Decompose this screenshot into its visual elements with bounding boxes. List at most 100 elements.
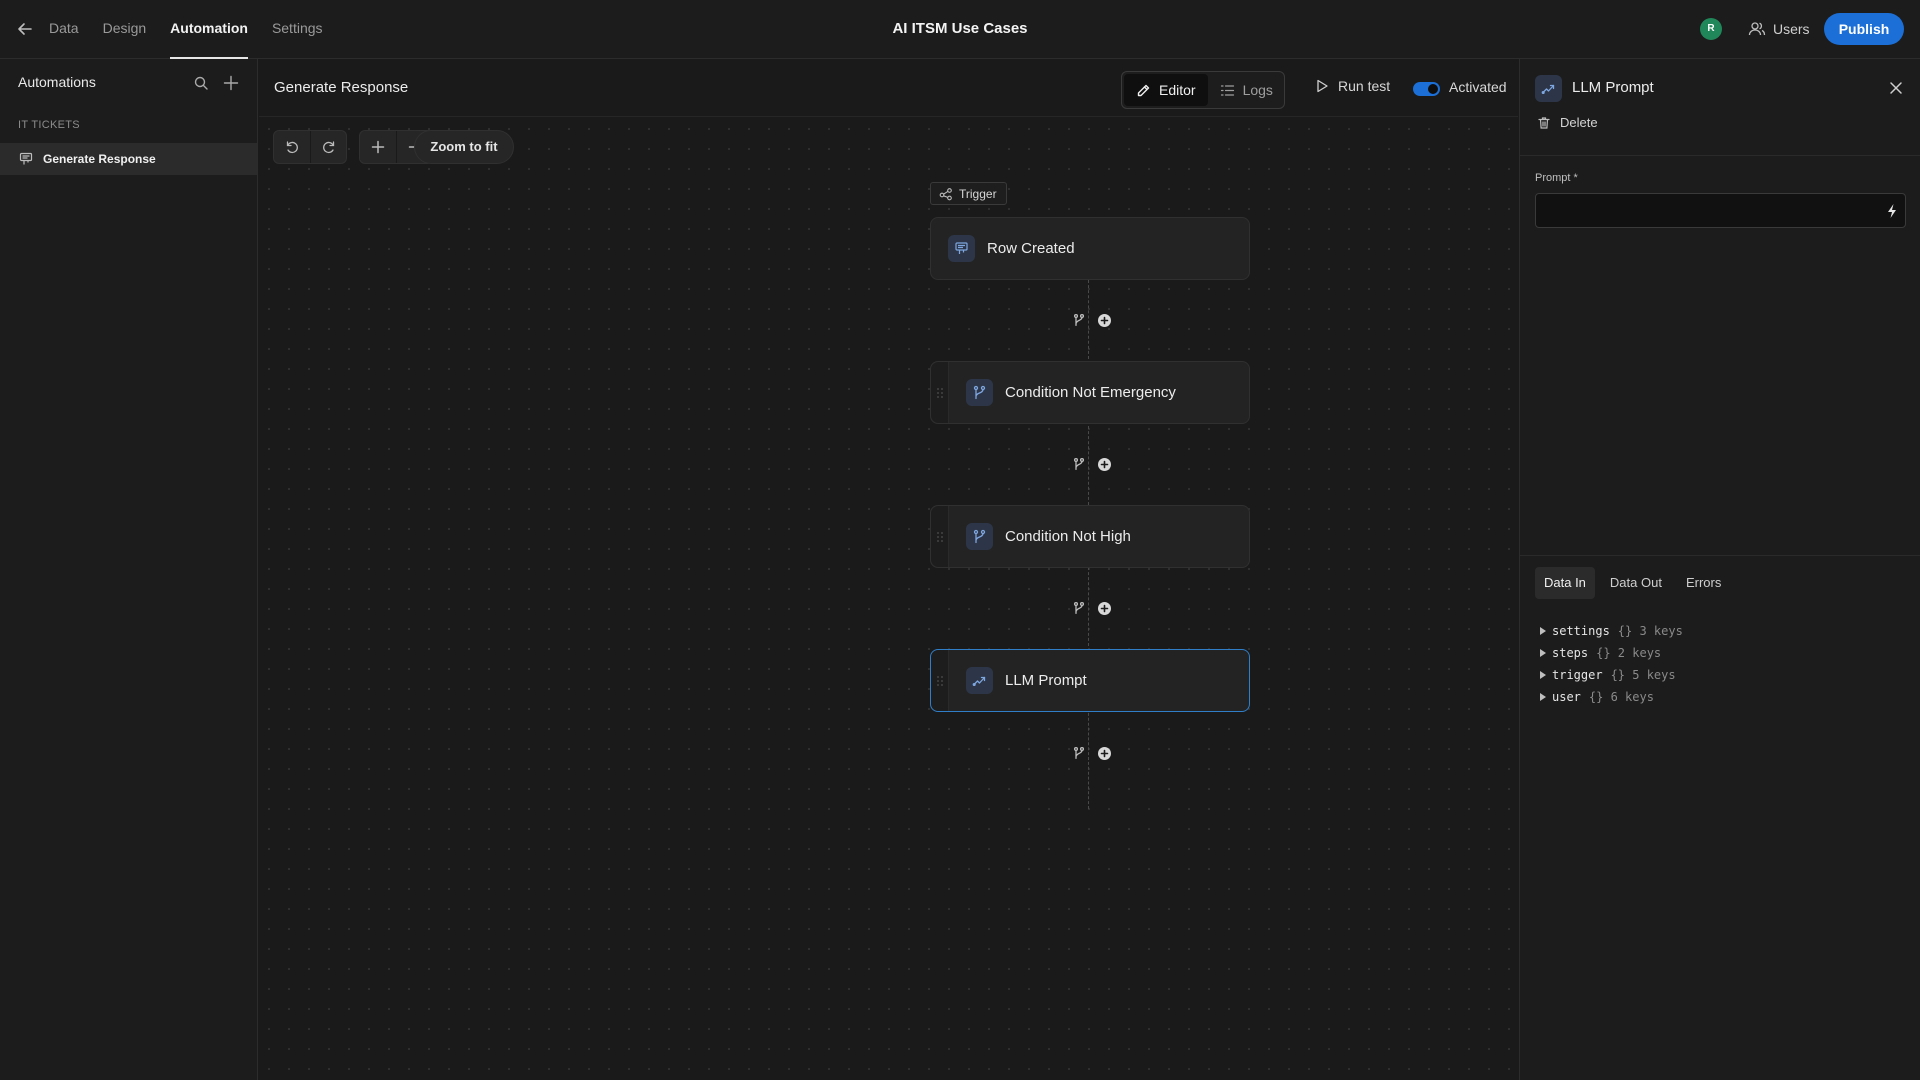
list-icon [1220, 83, 1235, 98]
users-icon [1748, 20, 1766, 38]
play-icon [1315, 79, 1329, 93]
tab-design[interactable]: Design [103, 0, 147, 59]
tab-data[interactable]: Data [49, 0, 79, 59]
table-row-icon [948, 235, 975, 262]
drag-handle[interactable] [931, 650, 949, 711]
node-label: Condition Not Emergency [1005, 384, 1176, 401]
llm-icon [966, 667, 993, 694]
lightning-bolt-icon[interactable] [1885, 203, 1899, 219]
prompt-input[interactable] [1535, 193, 1906, 228]
close-icon[interactable] [1888, 80, 1904, 96]
branch-icon [966, 379, 993, 406]
caret-right-icon [1540, 649, 1546, 657]
avatar[interactable]: R [1700, 18, 1722, 40]
sidebar-section-label: IT TICKETS [18, 119, 80, 131]
editor-logs-switch: Editor Logs [1121, 71, 1285, 109]
data-in-tree: settings {} 3 keys steps {} 2 keys trigg… [1540, 620, 1683, 708]
branch-icon [966, 523, 993, 550]
canvas-header: Generate Response Editor Logs Run test A [259, 59, 1518, 117]
zoom-to-fit-button[interactable]: Zoom to fit [414, 130, 514, 164]
plus-icon [371, 140, 385, 154]
add-branch-icon[interactable] [1072, 601, 1086, 615]
users-label: Users [1773, 21, 1810, 37]
flow-node-condition-not-high[interactable]: Condition Not High [930, 505, 1250, 568]
drag-handle[interactable] [931, 362, 949, 423]
add-step-icon[interactable] [1098, 746, 1111, 760]
sidebar-item-generate-response[interactable]: Generate Response [0, 143, 257, 175]
tree-row-user[interactable]: user {} 6 keys [1540, 686, 1683, 708]
panel-title: LLM Prompt [1572, 79, 1654, 96]
tree-meta: {} 2 keys [1596, 646, 1662, 660]
data-tabs: Data In Data Out Errors [1535, 567, 1736, 599]
add-automation-icon[interactable] [222, 74, 240, 92]
run-test-label: Run test [1338, 78, 1391, 94]
divider [1520, 155, 1920, 156]
step-actions [1072, 312, 1111, 328]
tab-automation[interactable]: Automation [170, 0, 248, 59]
zoom-in-button[interactable] [360, 131, 396, 163]
add-step-icon[interactable] [1098, 313, 1111, 327]
flow-node-condition-not-emergency[interactable]: Condition Not Emergency [930, 361, 1250, 424]
undo-button[interactable] [274, 131, 310, 163]
drag-handle[interactable] [931, 506, 949, 567]
tab-data-in[interactable]: Data In [1535, 567, 1595, 599]
tree-key: user [1552, 690, 1581, 704]
step-actions [1072, 456, 1111, 472]
trash-icon [1537, 116, 1551, 130]
flow-node-llm-prompt[interactable]: LLM Prompt [930, 649, 1250, 712]
tree-row-settings[interactable]: settings {} 3 keys [1540, 620, 1683, 642]
users-button[interactable]: Users [1748, 18, 1810, 40]
tree-meta: {} 6 keys [1588, 690, 1654, 704]
automations-sidebar: Automations IT TICKETS Generate Response [0, 59, 258, 1080]
logs-label: Logs [1242, 82, 1273, 98]
trigger-tag: Trigger [930, 182, 1007, 205]
add-step-icon[interactable] [1098, 601, 1111, 615]
pencil-icon [1136, 83, 1151, 98]
top-bar: Data Design Automation Settings AI ITSM … [0, 0, 1920, 59]
tree-meta: {} 3 keys [1617, 624, 1683, 638]
sidebar-title: Automations [18, 74, 96, 90]
step-actions [1072, 600, 1111, 616]
tree-key: steps [1552, 646, 1589, 660]
tree-meta: {} 5 keys [1610, 668, 1676, 682]
back-arrow-icon[interactable] [16, 20, 34, 38]
tab-errors[interactable]: Errors [1677, 567, 1730, 599]
tree-key: settings [1552, 624, 1610, 638]
add-branch-icon[interactable] [1072, 746, 1086, 760]
search-icon[interactable] [193, 75, 209, 91]
undo-redo-group [273, 130, 347, 164]
step-actions [1072, 745, 1111, 761]
logs-button[interactable]: Logs [1208, 74, 1285, 106]
node-label: Row Created [987, 240, 1075, 257]
automation-canvas[interactable]: Generate Response Editor Logs Run test A [259, 59, 1518, 1080]
redo-button[interactable] [310, 131, 346, 163]
table-row-icon [19, 152, 33, 166]
node-label: Condition Not High [1005, 528, 1131, 545]
caret-right-icon [1540, 627, 1546, 635]
delete-step-button[interactable]: Delete [1537, 115, 1598, 130]
node-label: LLM Prompt [1005, 672, 1087, 689]
trigger-icon [939, 187, 953, 201]
add-branch-icon[interactable] [1072, 457, 1086, 471]
tree-row-steps[interactable]: steps {} 2 keys [1540, 642, 1683, 664]
editor-button[interactable]: Editor [1124, 74, 1208, 106]
sidebar-item-label: Generate Response [43, 152, 156, 166]
prompt-field-label: Prompt * [1535, 172, 1578, 184]
add-branch-icon[interactable] [1072, 313, 1086, 327]
activated-label: Activated [1449, 79, 1507, 95]
tree-row-trigger[interactable]: trigger {} 5 keys [1540, 664, 1683, 686]
trigger-label: Trigger [959, 186, 997, 201]
add-step-icon[interactable] [1098, 457, 1111, 471]
tab-data-out[interactable]: Data Out [1601, 567, 1671, 599]
run-test-button[interactable]: Run test [1315, 78, 1390, 94]
step-config-panel: LLM Prompt Delete Prompt * Data In Data … [1519, 59, 1920, 1080]
tree-key: trigger [1552, 668, 1603, 682]
flow-node-row-created[interactable]: Row Created [930, 217, 1250, 280]
automation-title: Generate Response [274, 79, 409, 96]
publish-button[interactable]: Publish [1824, 13, 1904, 45]
delete-label: Delete [1560, 115, 1598, 130]
caret-right-icon [1540, 693, 1546, 701]
tab-settings[interactable]: Settings [272, 0, 323, 59]
activated-toggle[interactable] [1413, 82, 1440, 96]
top-nav: Data Design Automation Settings [49, 0, 347, 59]
